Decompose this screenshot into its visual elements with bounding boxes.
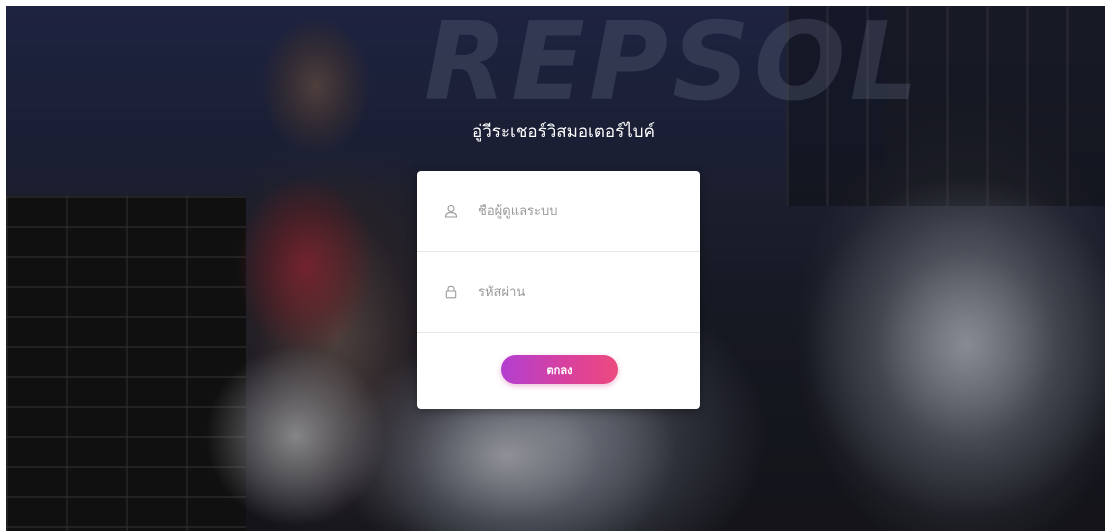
submit-button[interactable]: ตกลง — [501, 355, 618, 384]
username-field — [417, 171, 700, 252]
username-input[interactable] — [478, 203, 678, 219]
password-field — [417, 252, 700, 333]
user-icon — [442, 202, 460, 220]
login-page: REPSOL อู่วีระเชอร์วิสมอเตอร์ไบค์ ชื่อผู… — [6, 6, 1105, 531]
lock-icon — [442, 283, 460, 301]
password-input[interactable] — [478, 284, 678, 300]
login-form: ตกลง — [417, 171, 700, 409]
login-title: อู่วีระเชอร์วิสมอเตอร์ไบค์ — [472, 122, 655, 142]
